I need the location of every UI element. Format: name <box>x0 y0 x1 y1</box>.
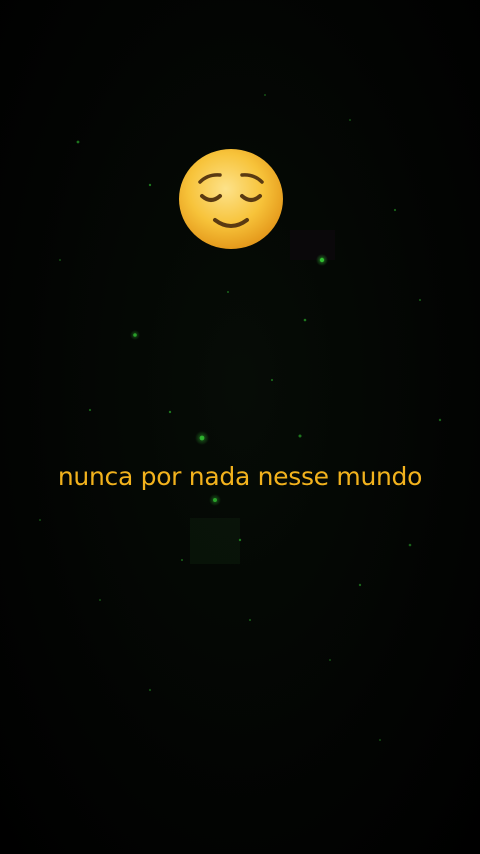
green-particle-background <box>39 94 442 741</box>
video-caption-text: nunca por nada nesse mundo <box>57 462 423 491</box>
video-frame[interactable]: nunca por nada nesse mundo <box>0 0 480 854</box>
relieved-face-emoji-icon <box>178 148 284 250</box>
